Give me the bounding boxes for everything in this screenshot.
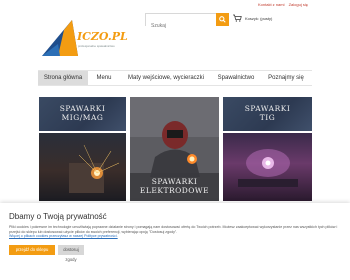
nav-item-about[interactable]: Poznajmy się [260, 71, 312, 85]
tile-electrode[interactable]: SPAWARKI ELEKTRODOWE [130, 97, 219, 201]
cookie-title: Dbamy o Twoją prywatność [9, 212, 107, 221]
main-nav: Strona główna Menu Maty wejściowe, wycie… [38, 70, 312, 86]
top-links: Kontakt z nami Zaloguj się [258, 2, 311, 7]
site-logo[interactable]: ICZO.PL profesjonalne spawalnictwo [40, 16, 130, 58]
tile-mig-mag-line2: MIG/MAG [61, 113, 104, 122]
tile-electrode-line2: ELEKTRODOWE [139, 186, 210, 195]
cookie-description: Pliki cookies i pokrewne im technologie … [9, 225, 338, 234]
logo-text: ICZO.PL [77, 30, 128, 43]
nav-item-menu[interactable]: Menu [88, 71, 120, 85]
search-box [145, 13, 229, 32]
search-input[interactable] [146, 20, 216, 32]
tile-image-tig-arc[interactable] [223, 133, 312, 201]
sparks-image [69, 144, 120, 193]
tig-arc-image [238, 149, 298, 187]
nav-item-home[interactable]: Strona główna [38, 71, 88, 85]
tile-tig-line1: SPAWARKI [244, 104, 291, 113]
tile-electrode-line1: SPAWARKI [151, 177, 198, 186]
cart-icon [233, 14, 242, 22]
cookie-banner: Dbamy o Twoją prywatność Pliki cookies i… [0, 203, 350, 280]
tile-mig-mag[interactable]: SPAWARKI MIG/MAG [39, 97, 126, 131]
cart-label: Koszyk: (pusty) [245, 15, 273, 21]
search-button[interactable] [216, 13, 229, 26]
privacy-policy-link[interactable]: Więcej o plikach cookies przeczytasz w n… [9, 234, 118, 238]
logo-tagline: profesjonalne spawalnictwo [78, 44, 115, 48]
cart-button[interactable]: Koszyk: (pusty) [233, 14, 272, 22]
nav-item-welding[interactable]: Spawalnictwo [212, 71, 260, 85]
nav-item-mats[interactable]: Maty wejściowe, wycieraczki [120, 71, 212, 85]
cookie-text: Pliki cookies i pokrewne im technologie … [9, 225, 344, 239]
search-icon [219, 16, 226, 23]
login-link[interactable]: Zaloguj się [289, 2, 308, 7]
tile-image-sparks[interactable] [39, 133, 126, 201]
tile-mig-mag-line1: SPAWARKI [59, 104, 106, 113]
tile-tig-line2: TIG [259, 113, 276, 122]
customize-consent-button[interactable]: dostosuj zgody [58, 245, 84, 262]
tile-tig[interactable]: SPAWARKI TIG [223, 97, 312, 131]
contact-link[interactable]: Kontakt z nami [258, 2, 284, 7]
go-to-shop-button[interactable]: przejdź do sklepu [9, 245, 55, 255]
